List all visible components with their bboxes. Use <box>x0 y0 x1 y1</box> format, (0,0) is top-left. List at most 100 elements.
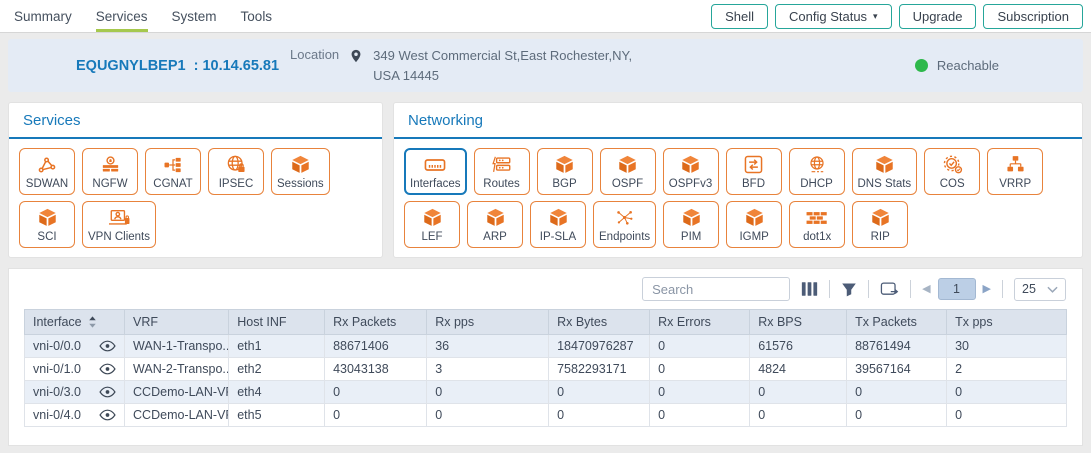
col-header-interface[interactable]: Interface <box>23 309 126 335</box>
cell: 88671406 <box>324 334 428 358</box>
col-header-label: Rx Packets <box>333 315 397 329</box>
tile-label: BFD <box>742 178 765 190</box>
tile-label: RIP <box>870 231 890 243</box>
toolbar-divider <box>910 280 912 298</box>
tile-dot1x[interactable]: dot1x <box>789 201 846 248</box>
tab-summary[interactable]: Summary <box>14 0 72 32</box>
col-header-rx-errors: Rx Errors <box>649 309 751 335</box>
panels-row: Services SDWAN NGFW CGNAT IPSEC Sessions SCI VP… <box>8 102 1083 258</box>
button-label: Subscription <box>997 8 1069 24</box>
cell: 0 <box>649 357 751 381</box>
next-page-icon[interactable]: ▶ <box>983 283 991 295</box>
panel-title-networking: Networking <box>394 103 1082 139</box>
tile-ipsec[interactable]: IPSEC <box>208 148 264 195</box>
tile-vpn-clients[interactable]: VPN Clients <box>82 201 156 248</box>
cell: CCDemo-LAN-VR <box>124 403 230 427</box>
cell: 0 <box>649 380 751 404</box>
cell: 0 <box>846 380 948 404</box>
cube-icon <box>422 206 443 229</box>
config-status-button[interactable]: Config Status ▾ <box>775 3 892 29</box>
globe-lock-icon <box>226 153 247 176</box>
tile-interfaces[interactable]: Interfaces <box>404 148 467 195</box>
col-header-label: Rx Errors <box>658 315 711 329</box>
eye-icon[interactable] <box>99 363 116 375</box>
cube-icon <box>485 206 506 229</box>
gear-check-icon <box>942 153 963 176</box>
tile-pim[interactable]: PIM <box>663 201 720 248</box>
search-input[interactable] <box>642 277 791 301</box>
tab-services[interactable]: Services <box>95 0 148 32</box>
sort-icon <box>88 316 97 328</box>
transfer-arrows-icon <box>743 153 764 176</box>
prev-page-icon[interactable]: ◀ <box>922 283 930 295</box>
col-header-vrf: VRF <box>124 309 230 335</box>
tile-bfd[interactable]: BFD <box>725 148 782 195</box>
tile-routes[interactable]: Routes <box>473 148 530 195</box>
interfaces-table: Interface VRF Host INF Rx Packets Rx pps Rx B… <box>23 309 1067 427</box>
eye-icon[interactable] <box>99 340 116 352</box>
tile-sessions[interactable]: Sessions <box>271 148 330 195</box>
cube-icon <box>870 206 891 229</box>
device-info-bar: EQUGNYLBEP1: 10.14.65.81 Location 349 We… <box>8 39 1083 92</box>
tile-dns-stats[interactable]: DNS Stats <box>851 148 918 195</box>
cell: 0 <box>846 403 948 427</box>
grid-wrap: Interface VRF Host INF Rx Packets Rx pps Rx B… <box>9 303 1082 427</box>
tile-cgnat[interactable]: CGNAT <box>145 148 201 195</box>
device-name: EQUGNYLBEP1 <box>76 57 186 74</box>
table-row: vni-0/1.0 WAN-2-Transpo... eth2 43043138 3 75… <box>23 357 1067 381</box>
tile-igmp[interactable]: IGMP <box>726 201 783 248</box>
interface-name: vni-0/3.0 <box>33 385 81 399</box>
top-navbar: Summary Services System Tools Shell Config S… <box>0 0 1091 33</box>
caret-down-icon: ▾ <box>873 10 878 21</box>
toolbar-divider <box>829 280 831 298</box>
tile-cos[interactable]: COS <box>924 148 981 195</box>
cube-icon <box>290 153 311 176</box>
interface-name: vni-0/0.0 <box>33 339 81 353</box>
tile-rip[interactable]: RIP <box>852 201 909 248</box>
tile-sci[interactable]: SCI <box>19 201 75 248</box>
cell: 7582293171 <box>548 357 651 381</box>
cell: 2 <box>946 357 1067 381</box>
upgrade-button[interactable]: Upgrade <box>898 3 977 29</box>
eye-icon[interactable] <box>99 409 116 421</box>
button-label: Config Status <box>789 8 868 24</box>
tile-label: COS <box>939 178 965 190</box>
cell: WAN-2-Transpo... <box>124 357 230 381</box>
export-icon[interactable] <box>880 281 899 298</box>
scatter-nodes-icon <box>614 206 635 229</box>
filter-icon[interactable] <box>841 282 857 297</box>
page-size-select[interactable]: 25 <box>1014 277 1066 301</box>
cell: 0 <box>749 380 848 404</box>
tile-arp[interactable]: ARP <box>467 201 523 248</box>
current-page: 1 <box>937 278 976 300</box>
status-label: Reachable <box>936 58 999 73</box>
tile-lef[interactable]: LEF <box>404 201 460 248</box>
tile-ip-sla[interactable]: IP-SLA <box>530 201 586 248</box>
tile-label: NGFW <box>92 178 128 190</box>
col-header-label: Tx Packets <box>855 315 917 329</box>
col-header-rx-pps: Rx pps <box>426 309 550 335</box>
tile-ngfw[interactable]: NGFW <box>82 148 138 195</box>
cell: CCDemo-LAN-VR <box>124 380 230 404</box>
tab-tools[interactable]: Tools <box>241 0 273 32</box>
tile-label: PIM <box>680 231 702 243</box>
tile-ospfv3[interactable]: OSPFv3 <box>662 148 719 195</box>
nav-tabs: Summary Services System Tools <box>14 0 272 32</box>
tab-system[interactable]: System <box>172 0 217 32</box>
tile-vrrp[interactable]: VRRP <box>987 148 1044 195</box>
col-header-rx-bytes: Rx Bytes <box>548 309 651 335</box>
subscription-button[interactable]: Subscription <box>983 3 1083 29</box>
tile-sdwan[interactable]: SDWAN <box>19 148 75 195</box>
shell-button[interactable]: Shell <box>711 3 768 29</box>
tile-bgp[interactable]: BGP <box>536 148 593 195</box>
tile-endpoints[interactable]: Endpoints <box>593 201 657 248</box>
location-label: Location <box>290 47 340 62</box>
globe-icon <box>807 153 827 176</box>
tile-dhcp[interactable]: DHCP <box>788 148 845 195</box>
cell-interface: vni-0/4.0 <box>23 403 126 427</box>
eye-icon[interactable] <box>99 386 116 398</box>
columns-icon[interactable] <box>801 281 818 297</box>
toolbar-divider <box>868 280 870 298</box>
tile-ospf[interactable]: OSPF <box>599 148 656 195</box>
location-pin-icon <box>349 46 363 65</box>
